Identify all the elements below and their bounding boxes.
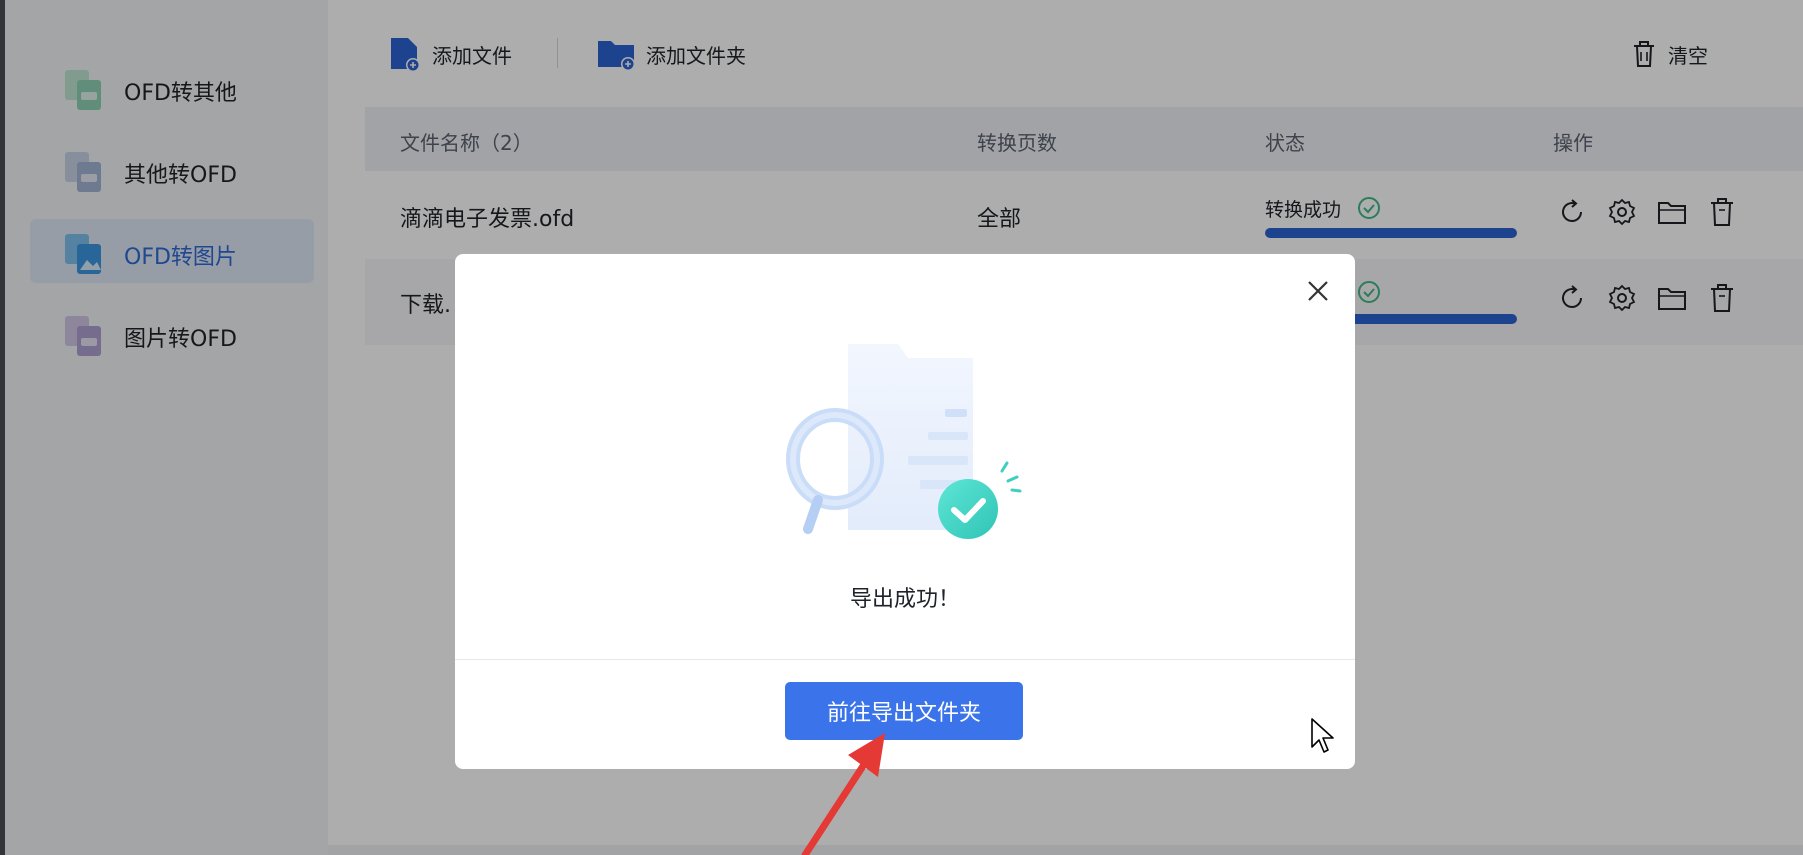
modal-divider xyxy=(455,659,1355,660)
export-success-illustration xyxy=(786,344,1022,539)
success-message: 导出成功！ xyxy=(849,587,960,612)
close-icon[interactable] xyxy=(1303,276,1333,306)
app-window: OFD转其他 其他转OFD OFD转图片 图片转OFD 添加文件 添加文件夹 清… xyxy=(0,0,1803,855)
annotation-arrow-icon xyxy=(801,733,885,855)
mouse-cursor-icon xyxy=(1311,718,1334,753)
export-success-dialog: 导出成功！ 前往导出文件夹 xyxy=(455,254,1355,769)
